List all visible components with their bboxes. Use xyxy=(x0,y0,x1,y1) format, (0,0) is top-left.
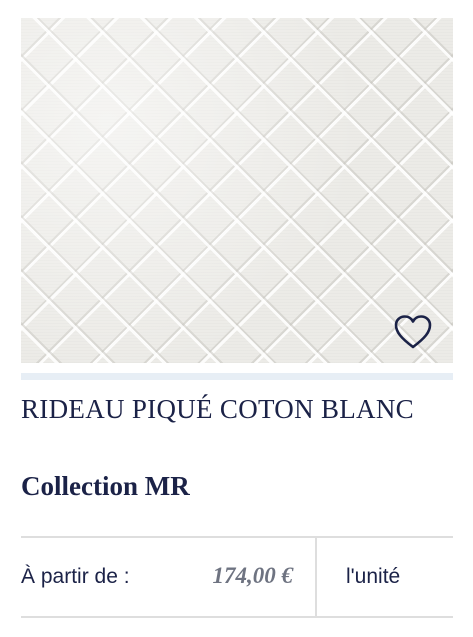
price-label: À partir de : xyxy=(21,565,130,588)
price-unit: l'unité xyxy=(346,565,401,588)
price-box: À partir de : 174,00 € l'unité xyxy=(21,536,453,618)
heart-outline-icon xyxy=(394,315,432,349)
price-divider xyxy=(315,538,317,616)
product-image[interactable] xyxy=(21,18,453,363)
price-value: 174,00 € xyxy=(212,563,294,588)
product-title: RIDEAU PIQUÉ COTON BLANC xyxy=(21,394,414,424)
favorite-button[interactable] xyxy=(391,310,435,354)
collection-name: Collection MR xyxy=(21,471,190,501)
image-indicator-bar xyxy=(21,373,453,380)
